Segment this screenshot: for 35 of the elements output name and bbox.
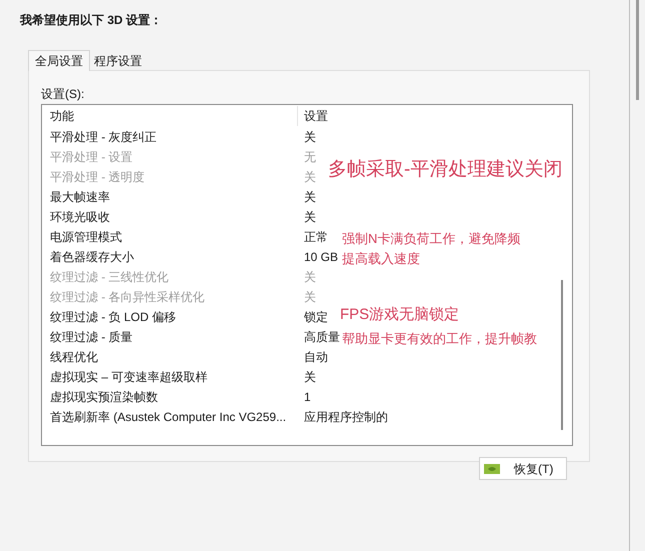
section-heading: 我希望使用以下 3D 设置： — [20, 12, 164, 27]
value-cell[interactable]: 应用程序控制的 — [304, 410, 388, 424]
value-cell[interactable]: 正常 — [304, 230, 328, 244]
annotation: 强制N卡满负荷工作，避免降频 — [342, 230, 520, 248]
column-header[interactable]: 设置 — [298, 106, 328, 126]
feature-cell[interactable]: 虚拟现实预渲染帧数 — [42, 388, 298, 406]
feature-cell[interactable]: 线程优化 — [42, 348, 298, 366]
restore-button[interactable]: 恢复(T) — [479, 457, 567, 480]
chip-icon — [484, 464, 500, 474]
annotation: 提高载入速度 — [342, 250, 420, 268]
value-cell[interactable]: 关 — [304, 210, 316, 224]
annotation: 多帧采取-平滑处理建议关闭 — [328, 158, 562, 182]
feature-cell[interactable]: 环境光吸收 — [42, 208, 298, 226]
value-cell[interactable]: 关 — [304, 190, 316, 204]
value-cell[interactable]: 关 — [304, 370, 316, 384]
feature-cell[interactable]: 纹理过滤 - 负 LOD 偏移 — [42, 308, 298, 326]
value-cell[interactable]: 10 GB — [304, 250, 338, 264]
feature-cell[interactable]: 最大帧速率 — [42, 188, 298, 206]
tab[interactable]: 程序设置 — [90, 52, 146, 70]
tab[interactable]: 全局设置 — [28, 50, 90, 71]
annotation: FPS游戏无脑锁定 — [340, 305, 460, 325]
settings-label: 设置(S): — [41, 86, 86, 101]
feature-cell[interactable]: 着色器缓存大小 — [42, 248, 298, 266]
value-cell[interactable]: 1 — [304, 390, 311, 404]
value-cell[interactable]: 关 — [304, 130, 316, 144]
value-cell[interactable]: 自动 — [304, 350, 328, 364]
feature-cell[interactable]: 首选刷新率 (Asustek Computer Inc VG259... — [42, 408, 298, 426]
value-cell[interactable]: 高质量 — [304, 330, 340, 344]
annotation: 帮助显卡更有效的工作，提升帧教 — [342, 330, 537, 348]
column-header[interactable]: 功能 — [42, 106, 298, 126]
feature-cell[interactable]: 纹理过滤 - 质量 — [42, 328, 298, 346]
feature-cell[interactable]: 电源管理模式 — [42, 228, 298, 246]
feature-cell[interactable]: 平滑处理 - 灰度纠正 — [42, 128, 298, 146]
feature-cell[interactable]: 虚拟现实 – 可变速率超级取样 — [42, 368, 298, 386]
value-cell[interactable]: 锁定 — [304, 310, 328, 324]
